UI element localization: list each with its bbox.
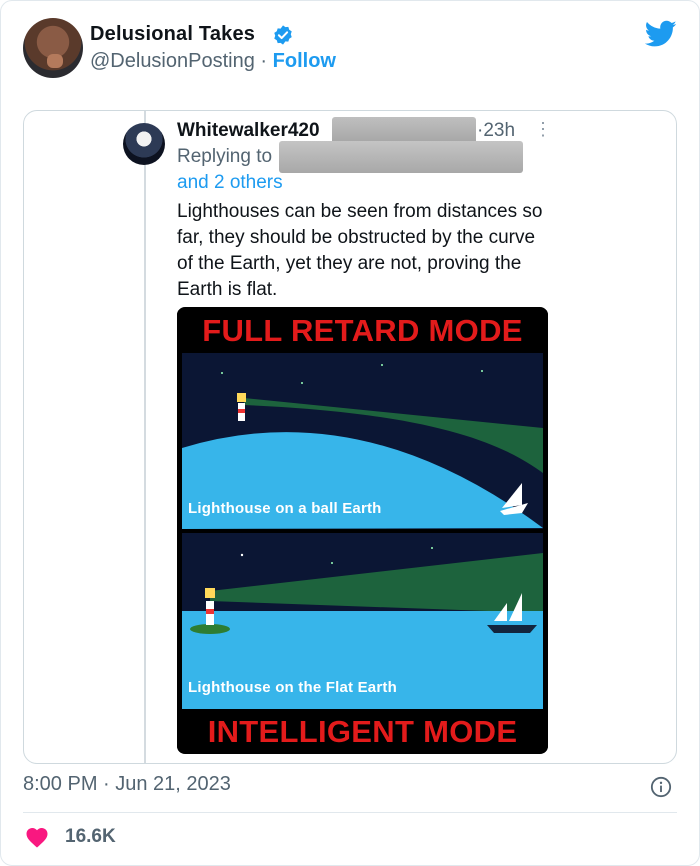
ball-earth-panel: Lighthouse on a ball Earth (182, 353, 543, 529)
quoted-tweet[interactable]: Whitewalker420 ·23h ⋮ Replying to and 2 … (23, 110, 677, 764)
thread-line (144, 111, 146, 763)
twitter-bird-icon[interactable] (645, 20, 677, 48)
separator: · (260, 50, 268, 72)
quoted-name[interactable]: Whitewalker420 (177, 120, 320, 142)
quoted-avatar[interactable] (123, 123, 165, 165)
heart-icon[interactable] (25, 826, 49, 848)
meme-top-banner: FULL RETARD MODE (177, 310, 548, 352)
caption-ball-earth: Lighthouse on a ball Earth (188, 500, 382, 517)
verified-badge-icon (274, 25, 292, 45)
author-name[interactable]: Delusional Takes (90, 23, 255, 46)
author-handle-row: @DelusionPosting · Follow (90, 50, 336, 73)
meme-bottom-banner: INTELLIGENT MODE (177, 711, 548, 753)
others-link[interactable]: and 2 others (177, 172, 283, 194)
like-count[interactable]: 16.6K (65, 826, 116, 848)
caption-flat-earth: Lighthouse on the Flat Earth (188, 679, 397, 696)
tweet-timestamp[interactable]: 8:00 PM · Jun 21, 2023 (23, 773, 231, 796)
divider (23, 812, 677, 813)
follow-button[interactable]: Follow (273, 50, 336, 72)
author-avatar[interactable] (23, 18, 83, 78)
author-handle[interactable]: @DelusionPosting (90, 50, 255, 72)
info-icon[interactable] (650, 776, 672, 798)
quoted-text: Lighthouses can be seen from distances s… (177, 201, 543, 300)
meme-image[interactable]: FULL RETARD MODE Lighthouse on a ball Ea… (177, 307, 548, 754)
flat-earth-panel: Lighthouse on the Flat Earth (182, 533, 543, 709)
redaction-block (279, 141, 523, 173)
more-icon[interactable]: ⋮ (534, 119, 552, 140)
quoted-time: ·23h (477, 120, 516, 141)
replying-to-label: Replying to (177, 146, 273, 167)
quoted-time-value: 23h (483, 120, 516, 141)
